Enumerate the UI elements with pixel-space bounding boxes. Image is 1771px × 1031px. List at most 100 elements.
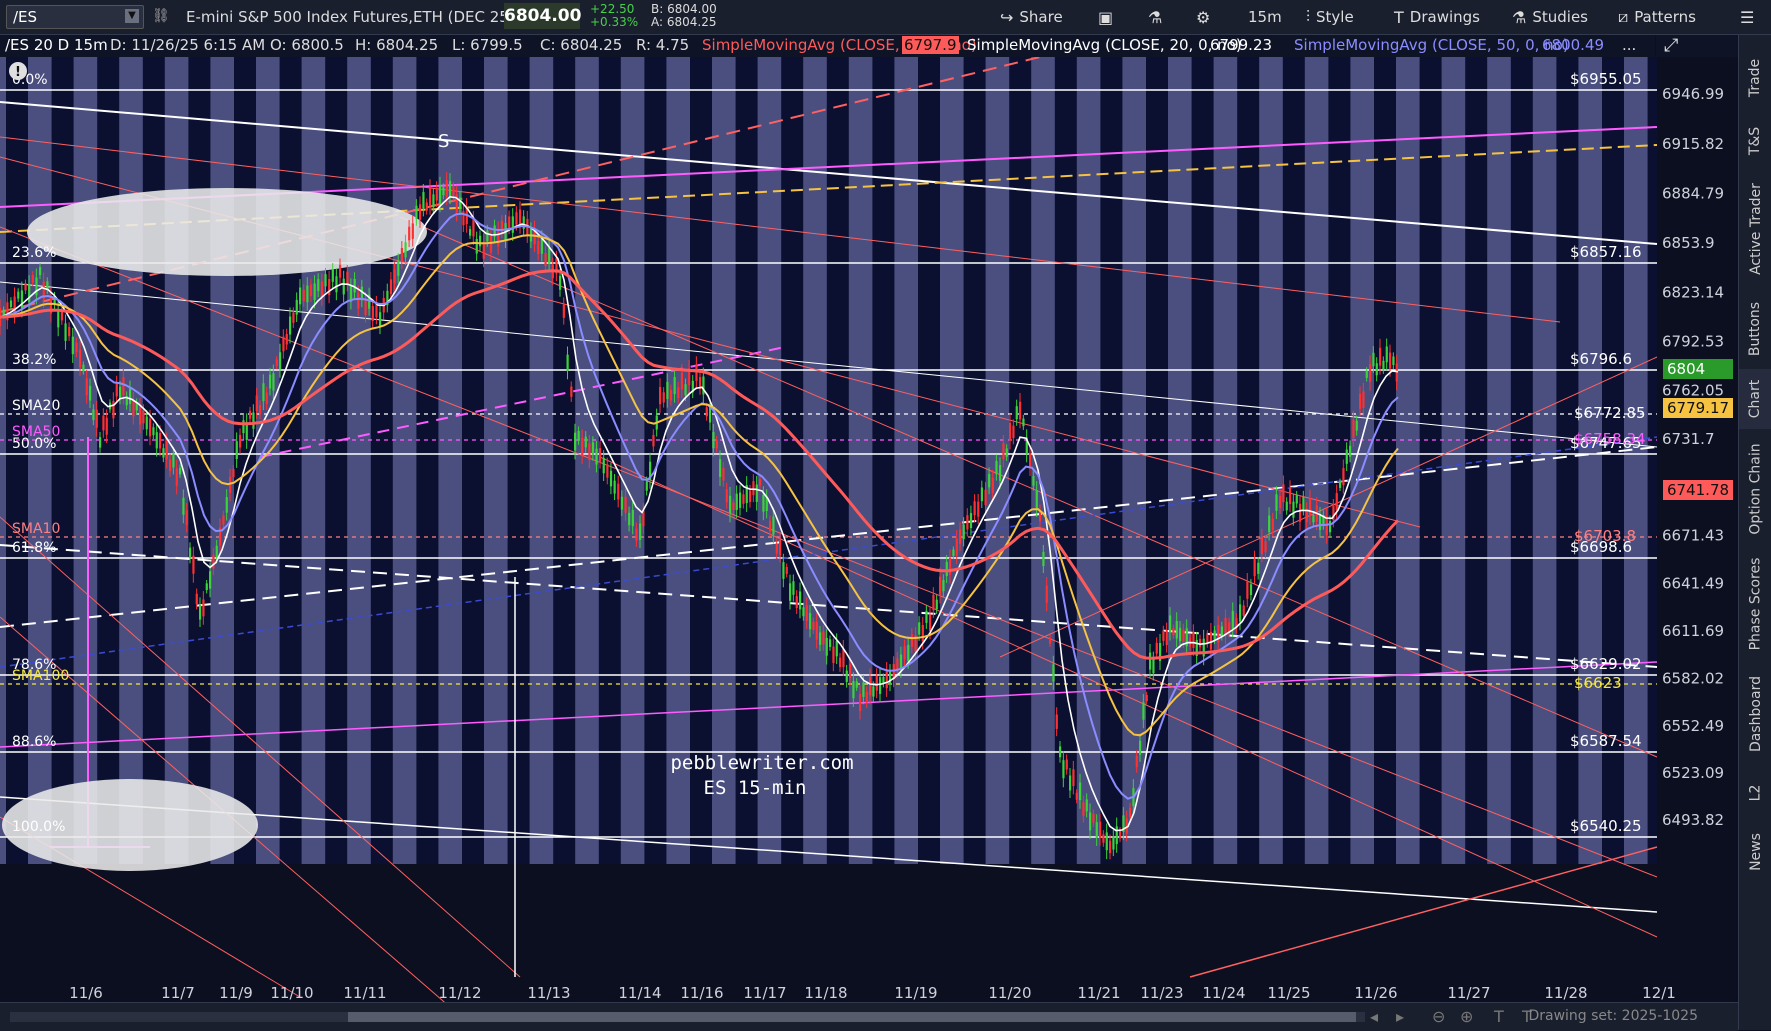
chevron-down-icon[interactable]: ▼ — [125, 9, 139, 23]
share-button[interactable]: ↪ Share — [1000, 6, 1063, 28]
scroll-left-icon[interactable]: ◂ — [1370, 1007, 1378, 1026]
candle-body — [631, 509, 634, 527]
candle-body — [574, 432, 577, 451]
date-axis-label: 12/1 — [1642, 984, 1676, 1002]
bar-low: L: 6799.5 — [452, 36, 523, 54]
candle-body — [1145, 694, 1148, 702]
candle-body — [852, 680, 855, 699]
candle-body — [1035, 490, 1038, 508]
candle-body — [508, 216, 511, 229]
patterns-button[interactable]: ⧄ Patterns — [1618, 6, 1696, 28]
candle-body — [652, 434, 655, 447]
sidebar-tab-label: Option Chain — [1747, 443, 1764, 535]
scroll-right-icon[interactable]: ▸ — [1396, 1007, 1404, 1026]
price-chart[interactable]: 6946.99 6915.82 6884.79 6853.9 6823.14 6792.5… — [0, 57, 1738, 1030]
candle-body — [606, 464, 609, 478]
candle-body — [1175, 621, 1178, 639]
candle-body — [709, 406, 712, 423]
candle-body — [609, 470, 613, 487]
candle-body — [320, 281, 324, 298]
sidebar-tab-option-chain[interactable]: Option Chain — [1739, 429, 1771, 549]
candle-body — [275, 359, 278, 366]
candle-body — [292, 312, 295, 323]
candle-body — [71, 336, 74, 355]
candle-body — [1206, 634, 1209, 644]
date-axis-label: 11/14 — [618, 984, 661, 1002]
candle-body — [115, 382, 118, 397]
flask-button[interactable]: ⚗ — [1148, 6, 1162, 28]
candle-body — [20, 290, 24, 309]
candle-body — [1382, 360, 1385, 370]
sidebar-tab-t-s[interactable]: T&S — [1739, 113, 1771, 169]
sidebar-tab-active-trader[interactable]: Active Trader — [1739, 169, 1771, 289]
candle-body — [285, 334, 288, 345]
candle-body — [1209, 631, 1213, 650]
fib-level-price: $6629.02 — [1570, 655, 1642, 673]
price-change: +22.50 +0.33% — [590, 3, 638, 29]
bar-open: O: 6800.5 — [270, 36, 344, 54]
price-axis-label: 6523.09 — [1662, 764, 1724, 782]
candle-body — [60, 311, 64, 321]
candle-body — [772, 516, 775, 535]
candle-body — [75, 342, 78, 353]
candle-body — [482, 241, 485, 259]
menu-button[interactable]: ☰ — [1740, 6, 1754, 28]
date-axis-label: 11/21 — [1077, 984, 1120, 1002]
date-axis-label: 11/25 — [1267, 984, 1310, 1002]
zoom-out-icon[interactable]: ⊖ — [1432, 1007, 1445, 1026]
sidebar-tab-trade[interactable]: Trade — [1739, 43, 1771, 113]
candle-body — [1052, 664, 1055, 682]
sidebar-tab-buttons[interactable]: Buttons — [1739, 289, 1771, 369]
candle-body — [995, 460, 998, 475]
studies-button[interactable]: ⚗ Studies — [1512, 6, 1588, 28]
candle-body — [215, 545, 218, 558]
sidebar-tab-chart[interactable]: Chart — [1739, 369, 1771, 429]
date-axis-label: 11/7 — [161, 984, 195, 1002]
candle-body — [812, 621, 815, 630]
sma50-value: 6800.49 — [1542, 36, 1605, 54]
candle-body — [309, 284, 313, 297]
candle-body — [515, 212, 518, 225]
scroll-thumb[interactable] — [348, 1012, 1356, 1022]
candle-body — [152, 427, 155, 436]
flask-icon: ⚗ — [1512, 7, 1527, 27]
candle-body — [419, 204, 422, 220]
candle-body — [79, 349, 82, 368]
drawings-button[interactable]: T Drawings — [1394, 6, 1480, 28]
candle-body — [903, 646, 906, 660]
fib-level-price: $6955.05 — [1570, 70, 1642, 88]
style-button[interactable]: ⫶ Style — [1306, 6, 1354, 28]
more-studies[interactable]: ... — [1622, 36, 1636, 54]
candle-body — [577, 431, 580, 441]
instrument-name: E-mini S&P 500 Index Futures,ETH (DEC 25… — [186, 8, 515, 26]
candle-body — [842, 648, 845, 667]
expand-icon[interactable]: ⤢ — [1664, 35, 1678, 56]
drawing-tool-icon[interactable]: T — [1494, 1007, 1504, 1026]
symbol-selector[interactable]: /ES ▼ — [6, 5, 144, 29]
price-badge-text: 6804 — [1667, 360, 1705, 378]
candle-body — [35, 277, 38, 296]
candle-body — [129, 388, 132, 404]
highlight-ellipse[interactable] — [27, 188, 427, 276]
timeframe-button[interactable]: 15m — [1248, 6, 1282, 28]
candle-body — [205, 583, 208, 591]
zoom-in-icon[interactable]: ⊕ — [1460, 1007, 1473, 1026]
sidebar-tab-phase-scores[interactable]: Phase Scores — [1739, 549, 1771, 659]
candle-body — [192, 555, 195, 574]
candle-body — [1075, 792, 1078, 800]
settings-button[interactable]: ⚙ — [1196, 6, 1210, 28]
sma50-price-label: $6758.34 — [1574, 430, 1646, 448]
sidebar-tab-dashboard[interactable]: Dashboard — [1739, 659, 1771, 769]
grid-layout-button[interactable]: ▣ — [1098, 6, 1113, 28]
candle-body — [544, 252, 547, 267]
candle-body — [1049, 637, 1052, 644]
candle-body — [991, 477, 994, 494]
candle-body — [742, 494, 745, 504]
sidebar-tab-l2[interactable]: L2 — [1739, 769, 1771, 817]
candle-body — [1339, 481, 1342, 488]
candle-body — [620, 496, 624, 510]
candle-body — [272, 373, 275, 391]
candle-body — [169, 459, 172, 471]
sidebar-tab-news[interactable]: News — [1739, 817, 1771, 887]
link-icon[interactable]: ⛓ — [152, 8, 170, 24]
